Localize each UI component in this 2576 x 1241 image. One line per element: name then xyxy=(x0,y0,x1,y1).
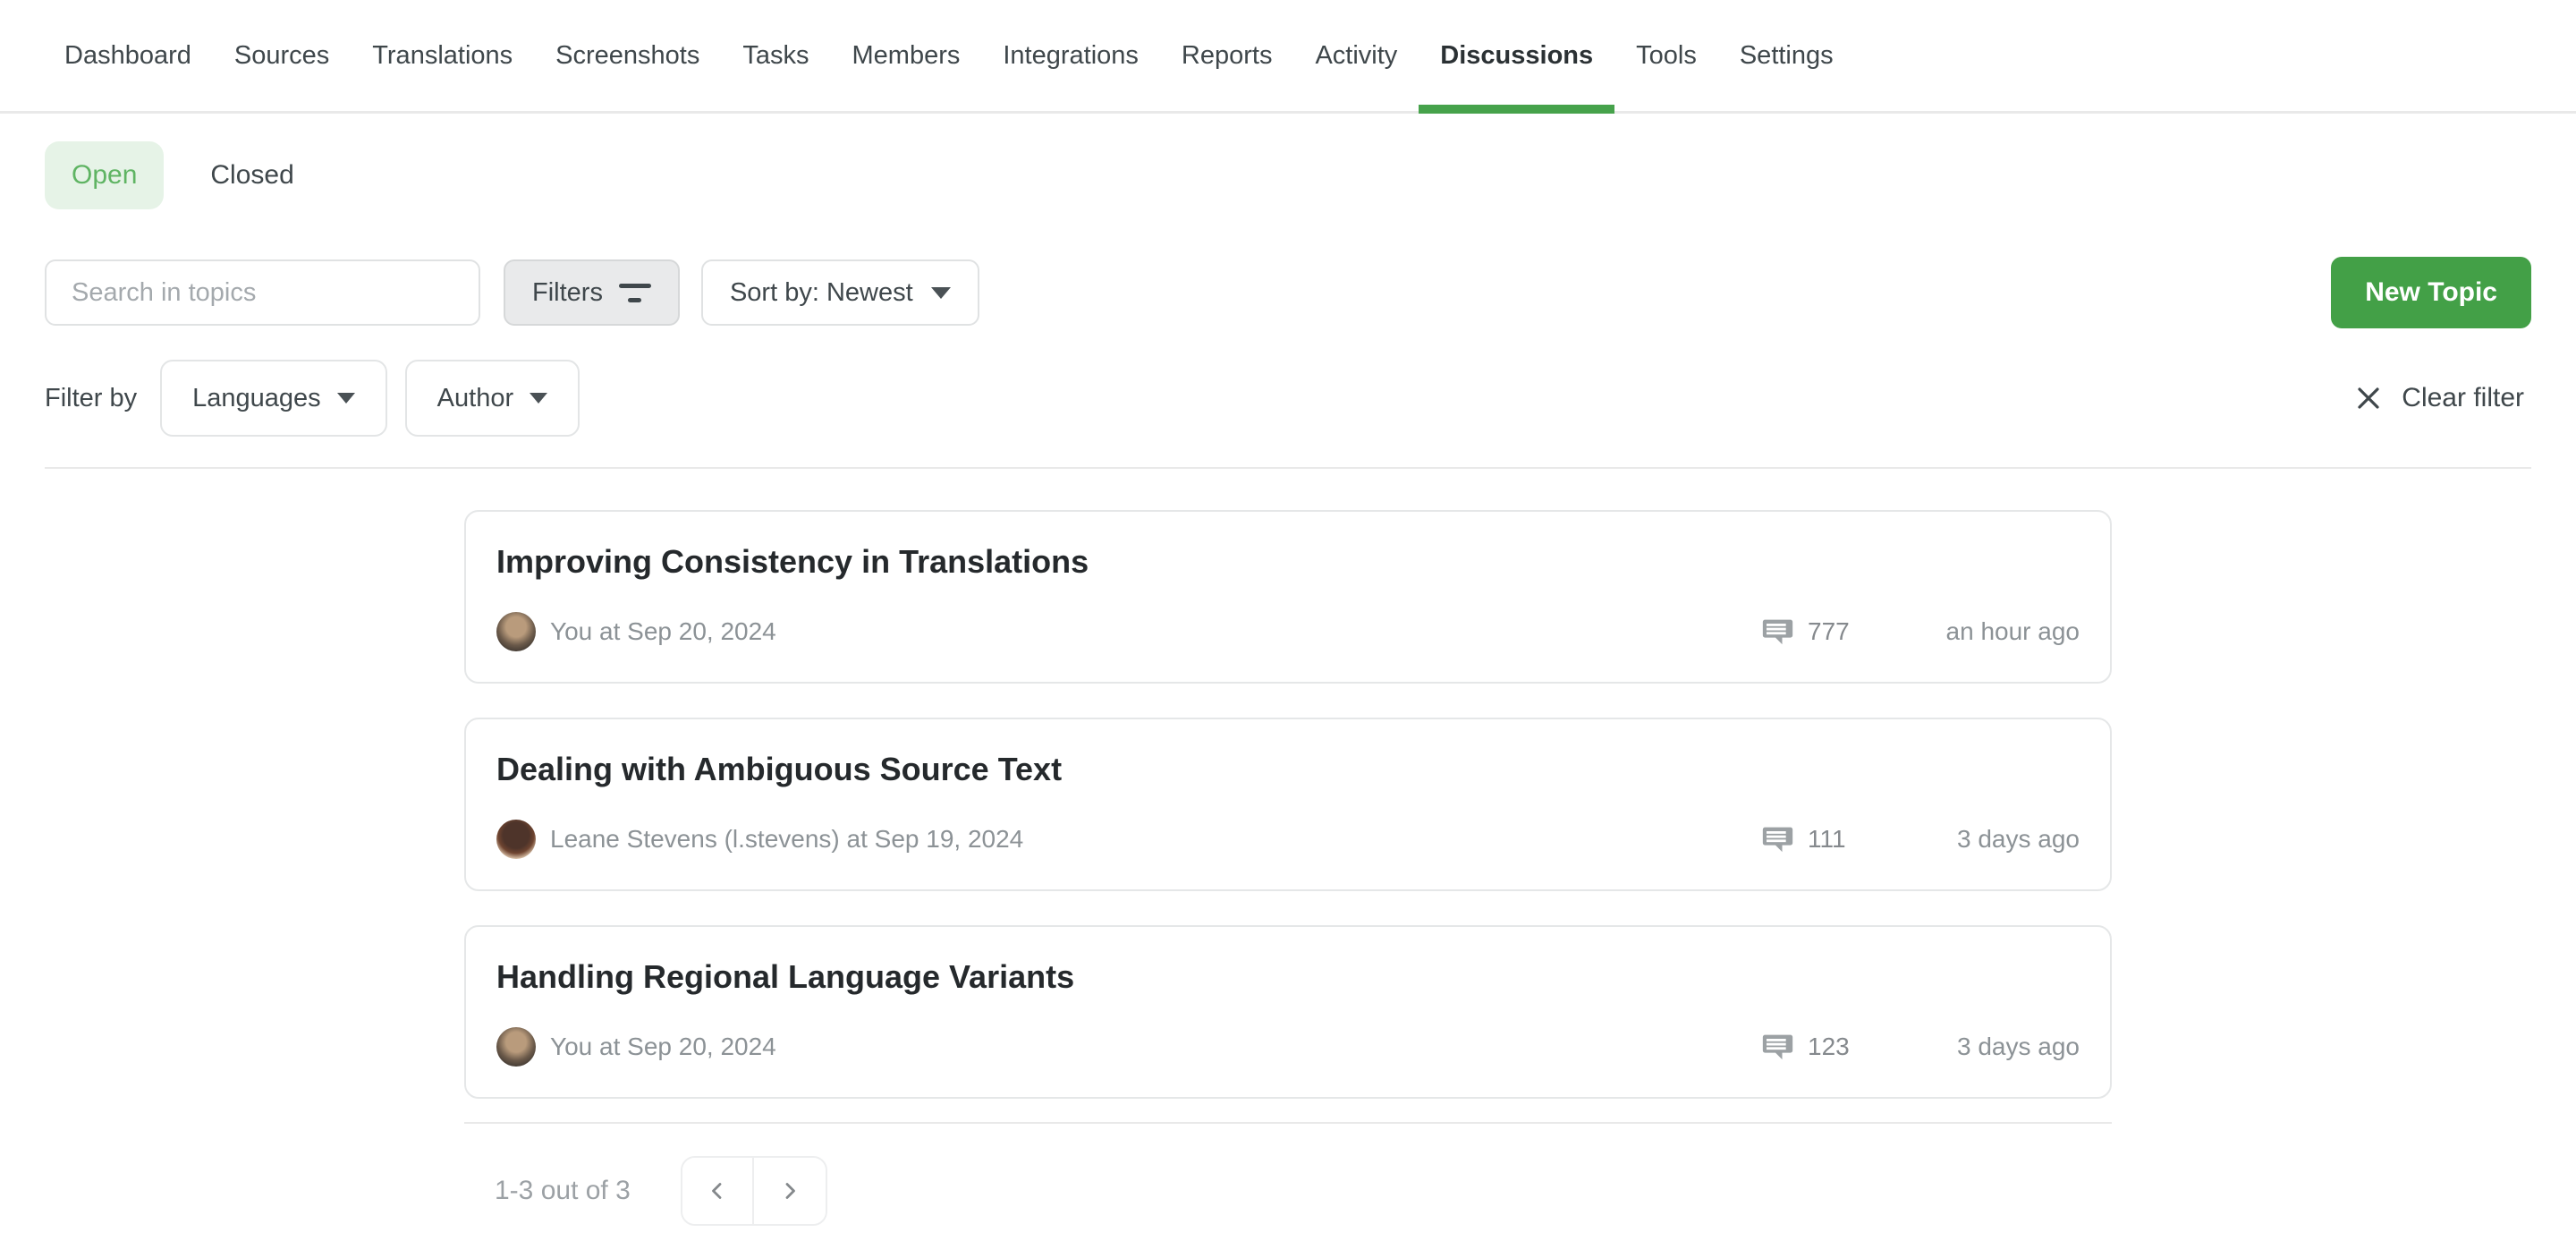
chevron-right-icon xyxy=(779,1180,801,1202)
search-input[interactable] xyxy=(45,259,480,326)
nav-item-activity[interactable]: Activity xyxy=(1293,0,1419,111)
tab-open[interactable]: Open xyxy=(45,141,164,209)
topic-author-line: You at Sep 20, 2024 xyxy=(550,1033,1758,1061)
top-navigation: Dashboard Sources Translations Screensho… xyxy=(0,0,2576,114)
author-dropdown-label: Author xyxy=(437,384,513,413)
comment-count: 123 xyxy=(1758,1029,1865,1065)
nav-item-integrations[interactable]: Integrations xyxy=(981,0,1160,111)
nav-item-discussions[interactable]: Discussions xyxy=(1419,0,1614,111)
topic-meta: You at Sep 20, 2024 777 an hour ago xyxy=(496,612,2080,651)
last-activity-time: 3 days ago xyxy=(1865,825,2080,854)
comment-count-value: 777 xyxy=(1808,617,1850,646)
comment-bubble-icon xyxy=(1758,1029,1793,1065)
topic-card[interactable]: Handling Regional Language Variants You … xyxy=(464,925,2112,1099)
author-dropdown[interactable]: Author xyxy=(405,360,580,437)
clear-filter-label: Clear filter xyxy=(2402,383,2524,413)
comment-count: 111 xyxy=(1758,821,1865,857)
nav-item-members[interactable]: Members xyxy=(831,0,982,111)
caret-down-icon xyxy=(530,393,547,404)
toolbar: Filters Sort by: Newest New Topic xyxy=(45,257,2531,328)
divider xyxy=(45,467,2531,469)
filter-by-label: Filter by xyxy=(45,384,137,413)
previous-page-button[interactable] xyxy=(682,1158,754,1224)
comment-bubble-icon xyxy=(1758,614,1793,650)
filters-button[interactable]: Filters xyxy=(504,259,680,326)
nav-item-sources[interactable]: Sources xyxy=(213,0,351,111)
topic-title[interactable]: Dealing with Ambiguous Source Text xyxy=(496,750,2080,789)
new-topic-button[interactable]: New Topic xyxy=(2331,257,2531,328)
nav-item-settings[interactable]: Settings xyxy=(1718,0,1855,111)
nav-item-reports[interactable]: Reports xyxy=(1160,0,1294,111)
topic-meta: Leane Stevens (l.stevens) at Sep 19, 202… xyxy=(496,820,2080,859)
nav-item-translations[interactable]: Translations xyxy=(351,0,534,111)
topic-card[interactable]: Improving Consistency in Translations Yo… xyxy=(464,510,2112,684)
avatar xyxy=(496,820,536,859)
topic-card[interactable]: Dealing with Ambiguous Source Text Leane… xyxy=(464,718,2112,891)
topic-title[interactable]: Handling Regional Language Variants xyxy=(496,957,2080,997)
avatar xyxy=(496,612,536,651)
topic-title[interactable]: Improving Consistency in Translations xyxy=(496,542,2080,582)
topic-meta: You at Sep 20, 2024 123 3 days ago xyxy=(496,1027,2080,1067)
last-activity-time: 3 days ago xyxy=(1865,1033,2080,1061)
languages-dropdown[interactable]: Languages xyxy=(160,360,387,437)
chevron-left-icon xyxy=(707,1180,728,1202)
next-page-button[interactable] xyxy=(754,1158,826,1224)
x-icon xyxy=(2355,385,2382,412)
avatar xyxy=(496,1027,536,1067)
divider xyxy=(464,1122,2112,1124)
comment-bubble-icon xyxy=(1758,821,1793,857)
comment-count-value: 123 xyxy=(1808,1033,1850,1061)
filter-lines-icon xyxy=(619,284,651,302)
last-activity-time: an hour ago xyxy=(1865,617,2080,646)
clear-filter-button[interactable]: Clear filter xyxy=(2355,383,2524,413)
languages-dropdown-label: Languages xyxy=(192,384,321,413)
sort-button-label: Sort by: Newest xyxy=(730,278,913,308)
topic-author-line: You at Sep 20, 2024 xyxy=(550,617,1758,646)
filter-bar: Filter by Languages Author Clear filter xyxy=(45,360,2524,437)
caret-down-icon xyxy=(931,287,951,299)
nav-item-tools[interactable]: Tools xyxy=(1614,0,1718,111)
comment-count: 777 xyxy=(1758,614,1865,650)
pagination: 1-3 out of 3 xyxy=(464,1156,2112,1226)
pager xyxy=(681,1156,827,1226)
tab-closed[interactable]: Closed xyxy=(183,141,320,209)
nav-item-tasks[interactable]: Tasks xyxy=(721,0,830,111)
topic-list: Improving Consistency in Translations Yo… xyxy=(464,510,2112,1226)
topic-author-line: Leane Stevens (l.stevens) at Sep 19, 202… xyxy=(550,825,1758,854)
sort-button[interactable]: Sort by: Newest xyxy=(701,259,979,326)
comment-count-value: 111 xyxy=(1808,825,1846,854)
pagination-summary: 1-3 out of 3 xyxy=(495,1176,631,1206)
filters-button-label: Filters xyxy=(532,278,603,308)
nav-item-dashboard[interactable]: Dashboard xyxy=(43,0,213,111)
nav-item-screenshots[interactable]: Screenshots xyxy=(534,0,721,111)
status-tabs: Open Closed xyxy=(45,141,2531,209)
caret-down-icon xyxy=(337,393,355,404)
